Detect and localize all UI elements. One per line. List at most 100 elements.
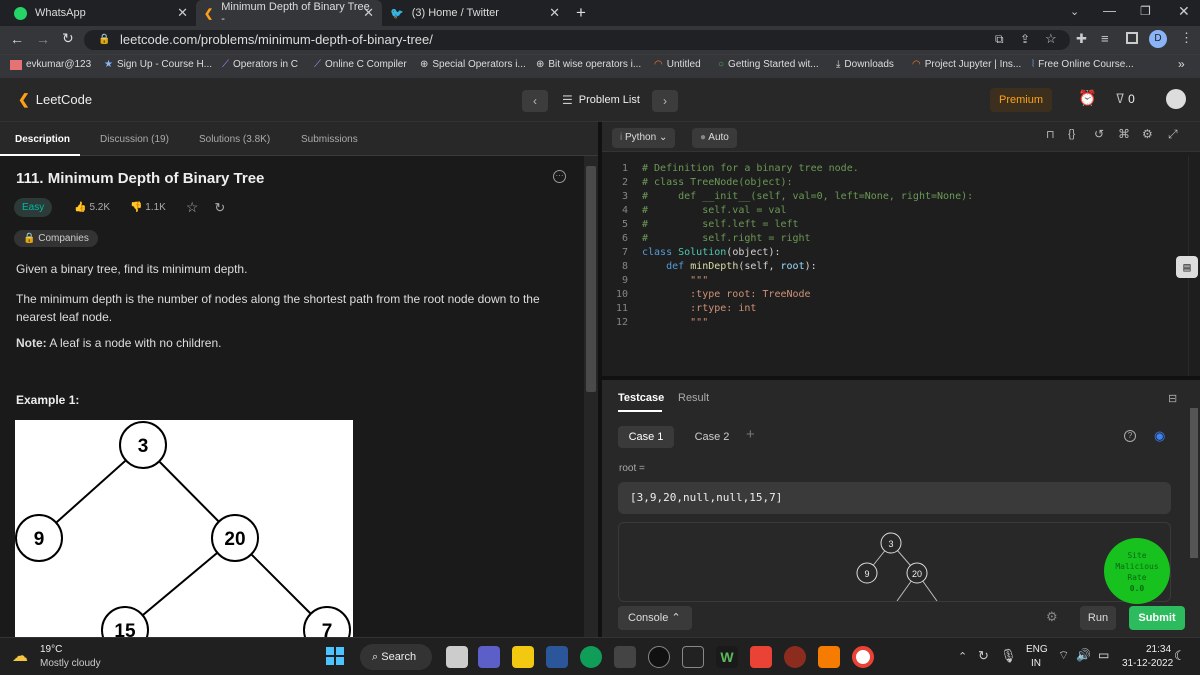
- tab-description[interactable]: Description: [15, 134, 70, 145]
- scrollbar-thumb[interactable]: [1190, 408, 1198, 558]
- problem-list-link[interactable]: ☰ Problem List: [562, 93, 640, 107]
- more-options-icon[interactable]: ⋯: [553, 170, 566, 183]
- close-window-icon[interactable]: ✕: [1178, 3, 1190, 20]
- root-input[interactable]: [3,9,20,null,null,15,7]: [618, 482, 1171, 514]
- bookmark-item[interactable]: ⟋ Operators in C: [222, 59, 298, 70]
- back-arrow-icon[interactable]: ←: [10, 31, 24, 47]
- store-icon[interactable]: [614, 646, 636, 668]
- minimize-icon[interactable]: —: [1103, 3, 1116, 18]
- bookmark-item[interactable]: ★ Sign Up - Course H...: [104, 59, 212, 70]
- notification-icon[interactable]: ☾: [1174, 648, 1186, 664]
- tab-testcase[interactable]: Testcase: [618, 392, 664, 404]
- streak-counter[interactable]: ߜ 0: [1116, 91, 1135, 107]
- tab-twitter[interactable]: 🐦 (3) Home / Twitter ✕: [382, 0, 568, 26]
- help-icon[interactable]: ?: [1124, 430, 1136, 442]
- bookmark-item[interactable]: ◠ Untitled: [654, 59, 701, 70]
- code-editor[interactable]: 1 2 3 4 5 6 7 8 9 10 11 12 # Definition …: [602, 156, 1200, 382]
- case-2-button[interactable]: Case 2: [686, 426, 738, 448]
- edge-icon[interactable]: [580, 646, 602, 668]
- panel-layout-icon[interactable]: ⊟: [1168, 392, 1177, 405]
- app-icon[interactable]: [784, 646, 806, 668]
- leetcode-logo[interactable]: ❮ LeetCode: [18, 91, 92, 108]
- share-icon[interactable]: ⇪: [1020, 32, 1030, 46]
- case-1-button[interactable]: Case 1: [618, 426, 674, 448]
- shortcuts-icon[interactable]: ⌘: [1118, 127, 1130, 141]
- favorite-star-icon[interactable]: ☆: [186, 199, 199, 216]
- language-select[interactable]: i Python ⌄: [612, 128, 676, 148]
- microphone-icon[interactable]: 🎙: [1000, 648, 1017, 664]
- tab-leetcode[interactable]: ❮ Minimum Depth of Binary Tree - ✕: [196, 0, 382, 26]
- timer-icon[interactable]: ⏰: [1078, 89, 1097, 107]
- description-scrollbar[interactable]: [584, 156, 598, 637]
- premium-button[interactable]: Premium: [990, 88, 1052, 112]
- office-icon[interactable]: [750, 646, 772, 668]
- bookmark-item[interactable]: ⤓ Downloads: [836, 59, 894, 70]
- volume-icon[interactable]: 🔊: [1076, 648, 1091, 662]
- bookmark-item[interactable]: evkumar@123: [10, 59, 91, 70]
- battery-icon[interactable]: ▭: [1098, 648, 1109, 662]
- teams-icon[interactable]: [478, 646, 500, 668]
- weather-text[interactable]: Mostly cloudy: [40, 658, 101, 669]
- add-case-button[interactable]: +: [746, 426, 755, 443]
- bookmark-item[interactable]: ◠ Project Jupyter | Ins...: [912, 59, 1021, 70]
- region-indicator[interactable]: IN: [1031, 658, 1041, 669]
- close-tab-icon[interactable]: ✕: [177, 5, 188, 21]
- tab-result[interactable]: Result: [678, 392, 709, 404]
- language-indicator[interactable]: ENG: [1026, 644, 1048, 655]
- companies-button[interactable]: 🔒 Companies: [14, 230, 98, 247]
- auto-save-indicator[interactable]: ● Auto: [692, 128, 737, 148]
- tab-submissions[interactable]: Submissions: [301, 134, 358, 145]
- bookmark-icon[interactable]: ⊓: [1046, 128, 1055, 141]
- bookmark-item[interactable]: ⟋ Online C Compiler: [314, 59, 407, 70]
- bookmark-item[interactable]: ⊕ Bit wise operators i...: [536, 59, 641, 70]
- menu-kebab-icon[interactable]: ⋮: [1180, 30, 1193, 46]
- site-rate-badge[interactable]: Site Malicious Rate 0.0: [1104, 538, 1170, 604]
- run-button[interactable]: Run: [1080, 606, 1116, 630]
- settings-gear-icon[interactable]: ⚙: [1142, 127, 1153, 141]
- temperature[interactable]: 19°C: [40, 644, 62, 655]
- reset-code-icon[interactable]: ↺: [1094, 127, 1104, 141]
- close-tab-icon[interactable]: ✕: [363, 5, 374, 21]
- like-button[interactable]: 👍 5.2K: [74, 202, 110, 213]
- sync-icon[interactable]: ↻: [978, 648, 989, 664]
- restore-icon[interactable]: ❐: [1140, 4, 1151, 18]
- note-file-icon[interactable]: ▤: [1176, 256, 1198, 278]
- file-explorer-icon[interactable]: [512, 646, 534, 668]
- fullscreen-icon[interactable]: ⤢: [1168, 127, 1178, 142]
- bookmark-item[interactable]: ⦚ Free Online Course...: [1032, 59, 1134, 70]
- forward-arrow-icon[interactable]: →: [36, 31, 50, 47]
- hourglass-icon[interactable]: [818, 646, 840, 668]
- dislike-button[interactable]: 👎 1.1K: [130, 202, 166, 213]
- testcase-scrollbar[interactable]: [1188, 380, 1200, 600]
- new-tab-button[interactable]: +: [576, 3, 586, 23]
- console-button[interactable]: Console ⌃: [618, 606, 692, 630]
- taskbar-search[interactable]: ⌕ Search: [360, 644, 432, 670]
- clock-time[interactable]: 21:34: [1146, 644, 1171, 655]
- next-problem-button[interactable]: ›: [652, 90, 678, 112]
- debug-icon[interactable]: ⚙: [1046, 609, 1058, 625]
- word-icon[interactable]: [546, 646, 568, 668]
- extensions-icon[interactable]: ✚: [1076, 31, 1087, 47]
- tab-whatsapp[interactable]: WhatsApp ✕: [6, 0, 196, 26]
- scrollbar-thumb[interactable]: [586, 166, 596, 392]
- task-view-icon[interactable]: [446, 646, 468, 668]
- submit-button[interactable]: Submit: [1129, 606, 1185, 630]
- url-field[interactable]: 🔒 leetcode.com/problems/minimum-depth-of…: [84, 30, 1070, 50]
- reading-list-icon[interactable]: ≡: [1101, 31, 1109, 46]
- tray-overflow-icon[interactable]: ⌃: [958, 650, 967, 663]
- tab-discussion[interactable]: Discussion (19): [100, 134, 169, 145]
- eye-icon[interactable]: ◉: [1154, 428, 1165, 444]
- app-w-icon[interactable]: W: [716, 646, 738, 668]
- bookmark-item[interactable]: ⊕ Special Operators i...: [420, 59, 526, 70]
- reload-icon[interactable]: ↻: [62, 30, 74, 47]
- bookmark-star-icon[interactable]: ☆: [1045, 31, 1057, 47]
- chrome-icon[interactable]: [852, 646, 874, 668]
- prev-problem-button[interactable]: ‹: [522, 90, 548, 112]
- windows-start-icon[interactable]: [326, 647, 344, 665]
- bookmark-item[interactable]: ○ Getting Started wit...: [718, 59, 819, 70]
- user-avatar[interactable]: [1166, 89, 1186, 109]
- share-link-icon[interactable]: ↻: [214, 200, 225, 216]
- close-tab-icon[interactable]: ✕: [549, 5, 560, 21]
- wifi-icon[interactable]: ⌔: [1058, 648, 1069, 663]
- open-in-app-icon[interactable]: ⧉: [995, 32, 1004, 47]
